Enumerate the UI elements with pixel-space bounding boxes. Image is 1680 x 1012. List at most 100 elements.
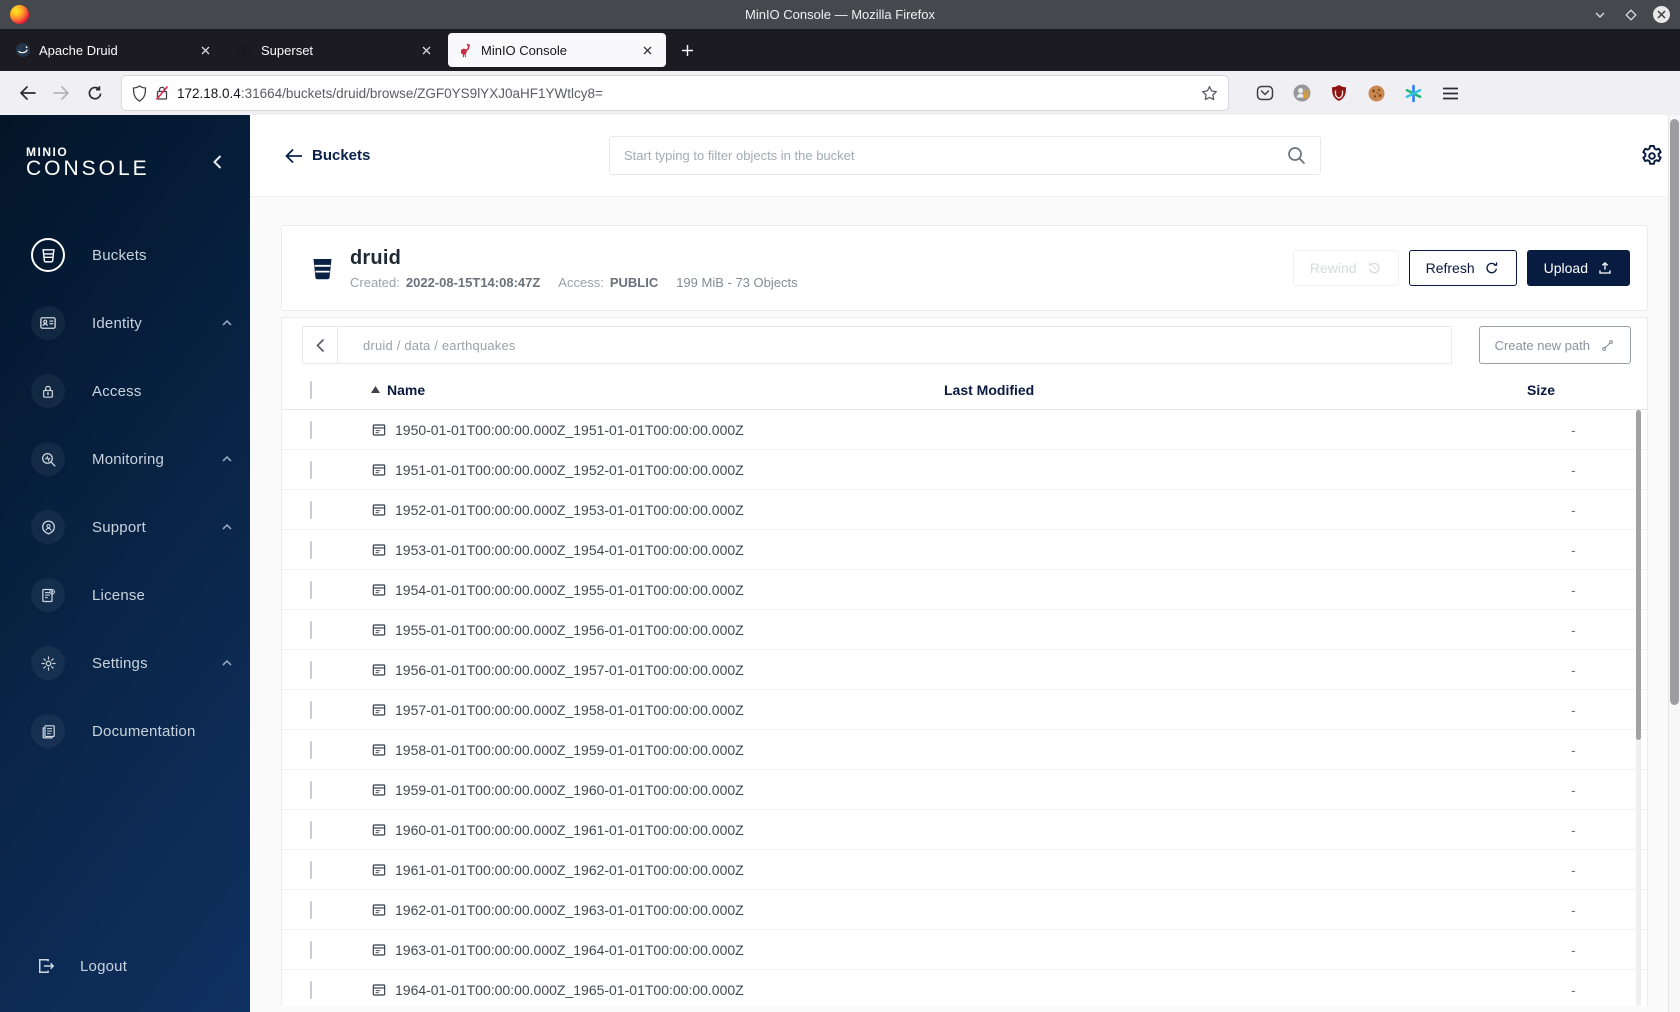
sidebar-item-logout[interactable]: Logout <box>0 946 250 986</box>
table-row[interactable]: 1956-01-01T00:00:00.000Z_1957-01-01T00:0… <box>282 650 1647 690</box>
table-row[interactable]: 1951-01-01T00:00:00.000Z_1952-01-01T00:0… <box>282 450 1647 490</box>
table-row[interactable]: 1962-01-01T00:00:00.000Z_1963-01-01T00:0… <box>282 890 1647 930</box>
object-file-icon <box>372 423 386 436</box>
column-header-size[interactable]: Size <box>1527 382 1647 398</box>
bookmark-star-icon[interactable] <box>1201 85 1218 102</box>
sidebar-item-support[interactable]: Support <box>0 493 250 561</box>
sidebar-item-license[interactable]: License <box>0 561 250 629</box>
pocket-icon[interactable] <box>1254 82 1276 104</box>
sidebar-item-monitoring[interactable]: Monitoring <box>0 425 250 493</box>
upload-button[interactable]: Upload <box>1526 250 1630 286</box>
sidebar-collapse-icon[interactable] <box>213 155 222 169</box>
url-text[interactable]: 172.18.0.4:31664/buckets/druid/browse/ZG… <box>177 86 1193 101</box>
object-size: - <box>1571 581 1576 598</box>
sidebar-item-settings[interactable]: Settings <box>0 629 250 697</box>
sidebar: MINIO CONSOLE Buckets Identity Access Mo… <box>0 115 250 1012</box>
row-checkbox[interactable] <box>310 620 312 639</box>
row-checkbox[interactable] <box>310 940 312 959</box>
list-scrollbar <box>1636 410 1641 1006</box>
tab-superset[interactable]: Superset <box>227 33 445 67</box>
object-name: 1954-01-01T00:00:00.000Z_1955-01-01T00:0… <box>395 581 744 598</box>
chevron-up-icon[interactable] <box>222 524 232 530</box>
table-row[interactable]: 1953-01-01T00:00:00.000Z_1954-01-01T00:0… <box>282 530 1647 570</box>
row-checkbox[interactable] <box>310 500 312 519</box>
column-header-name[interactable]: Name <box>358 382 944 398</box>
insecure-lock-icon[interactable] <box>155 85 169 101</box>
table-row[interactable]: 1961-01-01T00:00:00.000Z_1962-01-01T00:0… <box>282 850 1647 890</box>
settings-gear-icon[interactable] <box>1639 143 1665 169</box>
window-title: MinIO Console — Mozilla Firefox <box>745 7 935 22</box>
back-to-buckets-link[interactable]: Buckets <box>285 147 370 164</box>
table-row[interactable]: 1954-01-01T00:00:00.000Z_1955-01-01T00:0… <box>282 570 1647 610</box>
sidebar-item-access[interactable]: Access <box>0 357 250 425</box>
menu-icon[interactable] <box>1439 82 1461 104</box>
page-header: Buckets <box>250 115 1680 197</box>
sidebar-item-buckets[interactable]: Buckets <box>0 221 250 289</box>
row-checkbox[interactable] <box>310 700 312 719</box>
table-row[interactable]: 1958-01-01T00:00:00.000Z_1959-01-01T00:0… <box>282 730 1647 770</box>
chevron-up-icon[interactable] <box>222 456 232 462</box>
privacy-extension-icon[interactable] <box>1291 82 1313 104</box>
tab-close-icon[interactable] <box>416 40 436 60</box>
back-icon[interactable] <box>12 78 42 108</box>
select-all-checkbox[interactable] <box>310 380 312 399</box>
sidebar-item-label: Monitoring <box>92 450 165 468</box>
row-checkbox[interactable] <box>310 900 312 919</box>
window-close-icon[interactable] <box>1653 6 1670 23</box>
tab-close-icon[interactable] <box>637 40 657 60</box>
table-row[interactable]: 1963-01-01T00:00:00.000Z_1964-01-01T00:0… <box>282 930 1647 970</box>
cookie-extension-icon[interactable] <box>1365 82 1387 104</box>
row-checkbox[interactable] <box>310 660 312 679</box>
new-tab-icon[interactable] <box>674 37 700 63</box>
ublock-icon[interactable] <box>1328 82 1350 104</box>
chevron-up-icon[interactable] <box>222 660 232 666</box>
refresh-button[interactable]: Refresh <box>1408 250 1517 286</box>
row-checkbox[interactable] <box>310 820 312 839</box>
table-row[interactable]: 1957-01-01T00:00:00.000Z_1958-01-01T00:0… <box>282 690 1647 730</box>
chevron-up-icon[interactable] <box>222 320 232 326</box>
window-maximize-icon[interactable] <box>1622 6 1640 24</box>
rewind-button[interactable]: Rewind <box>1292 250 1399 286</box>
refresh-label: Refresh <box>1425 260 1475 276</box>
tab-close-icon[interactable] <box>195 40 215 60</box>
list-scrollbar-thumb[interactable] <box>1636 410 1641 740</box>
tracking-shield-icon[interactable] <box>132 84 147 102</box>
extension-asterisk-icon[interactable] <box>1402 82 1424 104</box>
sidebar-item-documentation[interactable]: Documentation <box>0 697 250 765</box>
url-bar[interactable]: 172.18.0.4:31664/buckets/druid/browse/ZG… <box>122 76 1228 110</box>
breadcrumb-back-icon[interactable] <box>303 327 338 363</box>
sidebar-item-label: License <box>92 586 146 604</box>
create-new-path-button[interactable]: Create new path <box>1478 326 1631 364</box>
bucket-name: druid <box>350 246 401 269</box>
breadcrumb[interactable]: druid / data / earthquakes <box>338 338 516 353</box>
sidebar-item-identity[interactable]: Identity <box>0 289 250 357</box>
row-checkbox[interactable] <box>310 420 312 439</box>
row-checkbox[interactable] <box>310 780 312 799</box>
object-file-icon <box>372 623 386 636</box>
table-row[interactable]: 1959-01-01T00:00:00.000Z_1960-01-01T00:0… <box>282 770 1647 810</box>
window-minimize-icon[interactable] <box>1591 6 1609 24</box>
table-row[interactable]: 1960-01-01T00:00:00.000Z_1961-01-01T00:0… <box>282 810 1647 850</box>
row-checkbox[interactable] <box>310 460 312 479</box>
row-checkbox[interactable] <box>310 540 312 559</box>
column-header-modified[interactable]: Last Modified <box>944 382 1527 398</box>
sidebar-item-label: Access <box>92 382 142 400</box>
table-row[interactable]: 1955-01-01T00:00:00.000Z_1956-01-01T00:0… <box>282 610 1647 650</box>
table-row[interactable]: 1952-01-01T00:00:00.000Z_1953-01-01T00:0… <box>282 490 1647 530</box>
tab-minio-console[interactable]: MinIO Console <box>448 33 666 67</box>
row-checkbox[interactable] <box>310 740 312 759</box>
upload-label: Upload <box>1543 260 1588 276</box>
forward-icon[interactable] <box>46 78 76 108</box>
row-checkbox[interactable] <box>310 980 312 999</box>
object-file-icon <box>372 943 386 956</box>
object-filter-search[interactable] <box>609 136 1321 175</box>
search-input[interactable] <box>624 148 1287 163</box>
page-scrollbar-thumb[interactable] <box>1670 119 1679 705</box>
table-row[interactable]: 1964-01-01T00:00:00.000Z_1965-01-01T00:0… <box>282 970 1647 1006</box>
reload-icon[interactable] <box>80 78 110 108</box>
object-name: 1955-01-01T00:00:00.000Z_1956-01-01T00:0… <box>395 621 744 638</box>
row-checkbox[interactable] <box>310 860 312 879</box>
tab-apache-druid[interactable]: Apache Druid <box>6 33 224 67</box>
table-row[interactable]: 1950-01-01T00:00:00.000Z_1951-01-01T00:0… <box>282 410 1647 450</box>
row-checkbox[interactable] <box>310 580 312 599</box>
